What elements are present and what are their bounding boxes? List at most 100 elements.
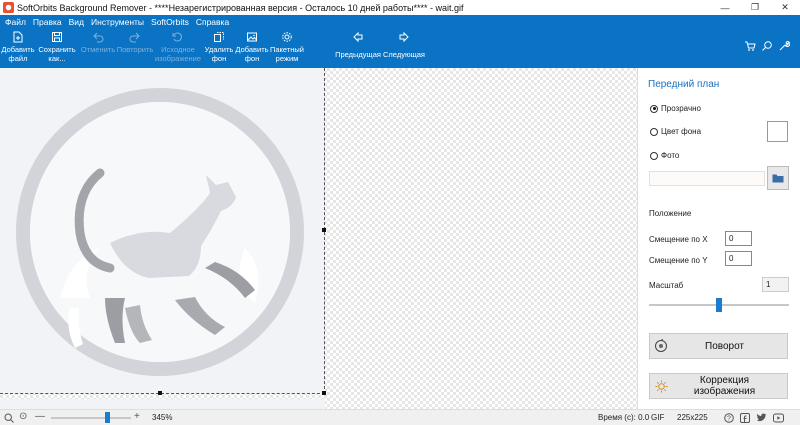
maximize-button[interactable]: ❐ [740,0,770,15]
arrow-left-icon [353,31,363,43]
foreground-panel: Передний план Прозрачно Цвет фона Фото П… [637,68,800,409]
undo-icon [93,32,104,43]
resize-handle-right[interactable] [322,228,326,232]
undo-button[interactable]: Отменить [81,28,115,68]
scale-label: Масштаб [649,281,684,290]
window-title: SoftOrbits Background Remover - ****Неза… [17,2,464,13]
add-file-icon [13,31,23,43]
menu-file[interactable]: Файл [5,17,26,27]
twitter-icon[interactable] [756,413,767,423]
menu-edit[interactable]: Правка [33,17,62,27]
youtube-icon[interactable] [773,413,784,423]
image-size: 225x225 [677,413,708,422]
image-correction-button[interactable]: Коррекция изображения [649,373,788,399]
radio-background-color[interactable]: Цвет фона [650,127,701,136]
save-as-label: Сохранить как... [38,45,76,63]
radio-photo-label: Фото [661,151,680,160]
image-format: GIF [651,413,665,422]
save-as-button[interactable]: Сохранить как... [38,28,76,68]
radio-transparent[interactable]: Прозрачно [650,104,701,113]
remove-background-icon [214,32,224,42]
previous-button[interactable]: Предыдущая [334,28,382,68]
radio-dot[interactable] [650,127,658,136]
redo-button[interactable]: Повторить [116,28,154,68]
offset-x-input[interactable]: 0 [725,231,752,246]
scale-value: 1 [762,277,789,292]
status-bar: ⊙ — + 345% Время (с): 0.0 GIF 225x225 ? [0,409,800,425]
toolbar-right-icons [744,40,790,52]
zoom-fit-icon[interactable]: ⊙ [19,411,27,422]
batch-mode-label: Пакетный режим [269,45,304,63]
image-canvas[interactable] [0,68,637,409]
rotate-label: Поворот [705,340,744,352]
menu-view[interactable]: Вид [69,17,84,27]
offset-y-label: Смещение по Y [649,256,708,265]
svg-text:?: ? [727,416,731,423]
add-file-label: Добавить файл [1,45,35,63]
zoom-slider-track[interactable] [51,417,131,419]
canvas-margin [0,399,325,409]
radio-photo[interactable]: Фото [650,151,679,160]
offset-x-label: Смещение по X [649,235,708,244]
redo-icon [129,32,140,43]
remove-background-button[interactable]: Удалить фон [204,28,234,68]
menu-softorbits[interactable]: SoftOrbits [151,17,189,27]
zoom-out-icon[interactable]: — [35,411,45,422]
radio-dot-selected[interactable] [650,104,658,113]
facebook-icon[interactable] [740,413,750,423]
color-swatch[interactable] [767,121,788,142]
cart-icon[interactable] [744,40,756,52]
original-image-icon [172,32,182,42]
previous-label: Предыдущая [335,50,381,59]
next-button[interactable]: Следующая [381,28,427,68]
save-icon [52,32,62,42]
radio-transparent-label: Прозрачно [661,104,701,113]
close-button[interactable]: ✕ [770,0,800,15]
minimize-button[interactable]: — [710,0,740,15]
gear-icon [282,32,292,42]
toolbar: Добавить файл Сохранить как... Отменить … [0,28,800,68]
image-area[interactable] [0,68,326,395]
menu-bar: Файл Правка Вид Инструменты SoftOrbits С… [0,15,800,28]
cat-image [16,88,304,376]
zoom-slider-thumb[interactable] [105,412,110,423]
image-correction-label: Коррекция изображения [693,375,756,397]
app-icon [3,2,14,13]
menu-tools[interactable]: Инструменты [91,17,144,27]
redo-label: Повторить [116,45,154,54]
original-image-label: Исходное изображение [154,45,202,63]
wrench-icon[interactable] [778,40,790,52]
next-label: Следующая [383,50,425,59]
add-background-label: Добавить фон [235,45,269,63]
rotate-button[interactable]: Поворот [649,333,788,359]
zoom-level: 345% [152,413,173,422]
zoom-icon[interactable] [4,413,14,423]
zoom-in-icon[interactable]: + [134,411,140,422]
resize-handle-bottom[interactable] [158,391,162,395]
remove-background-label: Удалить фон [204,45,234,63]
radio-dot[interactable] [650,151,658,160]
original-image-button[interactable]: Исходное изображение [154,28,202,68]
browse-button[interactable] [767,166,789,190]
position-title: Положение [649,209,692,218]
menu-help[interactable]: Справка [196,17,229,27]
title-bar: SoftOrbits Background Remover - ****Неза… [0,0,800,15]
batch-mode-button[interactable]: Пакетный режим [268,28,306,68]
undo-label: Отменить [80,45,116,54]
image-icon [247,32,257,42]
arrow-right-icon [399,31,409,43]
panel-title: Передний план [648,79,720,90]
folder-icon [772,174,784,183]
photo-path-input[interactable] [649,171,765,186]
sun-icon [654,379,668,393]
add-file-button[interactable]: Добавить файл [1,28,35,68]
add-background-button[interactable]: Добавить фон [233,28,271,68]
offset-y-input[interactable]: 0 [725,251,752,266]
scale-slider-thumb[interactable] [716,298,722,312]
help-icon[interactable]: ? [724,413,734,423]
processing-time: Время (с): 0.0 [598,413,650,422]
search-icon[interactable] [761,40,773,52]
resize-handle-corner[interactable] [322,391,326,395]
radio-background-color-label: Цвет фона [661,127,702,136]
rotate-icon [655,339,667,352]
